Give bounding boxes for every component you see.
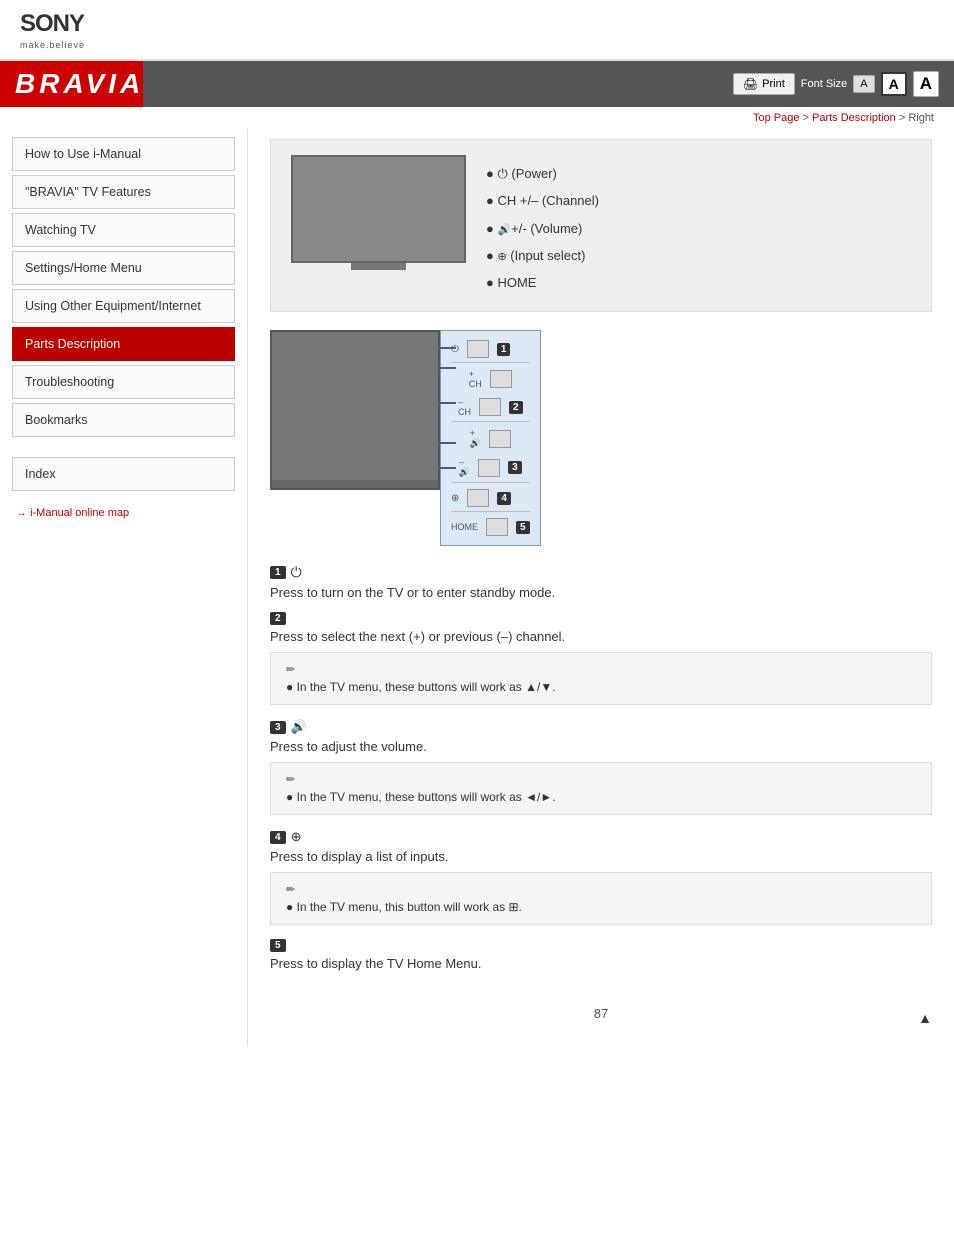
panel-row-vol: +🔊 –🔊 3 xyxy=(451,424,530,483)
button-panel: ⏻ 1 +CH –CH 2 xyxy=(440,330,541,546)
tv-side-image xyxy=(270,330,440,490)
sidebar-item-index[interactable]: Index xyxy=(12,457,235,491)
online-map-link[interactable]: → i-Manual online map xyxy=(12,499,235,527)
badge-4: 4 xyxy=(497,492,511,505)
section-4-icon: ⊕ xyxy=(291,829,302,845)
bravia-controls: 🖨 Print Font Size A A A xyxy=(733,71,939,97)
font-small-button[interactable]: A xyxy=(853,75,874,93)
tv-image-placeholder xyxy=(291,155,466,275)
bravia-bar: BRAVIA 🖨 Print Font Size A A A xyxy=(0,61,954,107)
section-3-note: ✏ ● In the TV menu, these buttons will w… xyxy=(270,762,932,815)
list-item: ● ⏻ (Power) xyxy=(486,160,599,187)
section-1-header: 1 ⏻ xyxy=(270,564,932,581)
header: SONY make.believe xyxy=(0,0,954,61)
breadcrumb-current: Right xyxy=(908,112,934,124)
section-2-header: 2 xyxy=(270,612,932,625)
top-arrow[interactable]: ▲ xyxy=(918,1010,932,1026)
tv-side-diagram: ⏻ 1 +CH –CH 2 xyxy=(270,330,932,546)
panel-row-input: ⊕ 4 xyxy=(451,485,530,512)
panel-row-power: ⏻ 1 xyxy=(451,336,530,363)
section-3-header: 3 🔊 xyxy=(270,719,932,735)
font-large-button[interactable]: A xyxy=(913,71,939,97)
font-size-label: Font Size xyxy=(801,78,847,90)
section-1-icon: ⏻ xyxy=(291,564,302,581)
panel-row-ch: +CH –CH 2 xyxy=(451,365,530,422)
sidebar-item-troubleshooting[interactable]: Troubleshooting xyxy=(12,365,235,399)
list-item: ● 🔊+/- (Volume) xyxy=(486,215,599,242)
sidebar-item-parts[interactable]: Parts Description xyxy=(12,327,235,361)
print-icon: 🖨 xyxy=(743,77,758,91)
section-1-desc: Press to turn on the TV or to enter stan… xyxy=(270,585,932,600)
section-3-desc: Press to adjust the volume. xyxy=(270,739,932,754)
sidebar-item-bravia-features[interactable]: "BRAVIA" TV Features xyxy=(12,175,235,209)
section-4-desc: Press to display a list of inputs. xyxy=(270,849,932,864)
sony-tagline: make.believe xyxy=(20,40,85,50)
breadcrumb-parts[interactable]: Parts Description xyxy=(812,112,896,124)
bravia-title: BRAVIA xyxy=(15,68,144,100)
sidebar-item-bookmarks[interactable]: Bookmarks xyxy=(12,403,235,437)
section-2-desc: Press to select the next (+) or previous… xyxy=(270,629,932,644)
section-4-note: ✏ ● In the TV menu, this button will wor… xyxy=(270,872,932,925)
tv-top-section: ● ⏻ (Power) ● CH +/– (Channel) ● 🔊+/- (V… xyxy=(270,139,932,312)
list-item: ● CH +/– (Channel) xyxy=(486,187,599,214)
main-layout: How to Use i-Manual "BRAVIA" TV Features… xyxy=(0,129,954,1046)
print-button[interactable]: 🖨 Print xyxy=(733,73,795,95)
breadcrumb: Top Page > Parts Description > Right xyxy=(0,107,954,129)
section-5-header: 5 xyxy=(270,939,932,952)
badge-2: 2 xyxy=(509,401,523,414)
font-medium-button[interactable]: A xyxy=(881,72,907,96)
sidebar-item-watching[interactable]: Watching TV xyxy=(12,213,235,247)
list-item: ● ⊕ (Input select) xyxy=(486,242,599,269)
section-3-icon: 🔊 xyxy=(291,719,307,735)
badge-1: 1 xyxy=(497,343,511,356)
page-number: 87 ▲ xyxy=(270,991,932,1026)
breadcrumb-top[interactable]: Top Page xyxy=(753,112,799,124)
sidebar-item-how-to[interactable]: How to Use i-Manual xyxy=(12,137,235,171)
content-area: ● ⏻ (Power) ● CH +/– (Channel) ● 🔊+/- (V… xyxy=(248,129,954,1046)
badge-3: 3 xyxy=(508,461,522,474)
section-2-note: ✏ ● In the TV menu, these buttons will w… xyxy=(270,652,932,705)
sidebar-item-using-other[interactable]: Using Other Equipment/Internet xyxy=(12,289,235,323)
section-5-desc: Press to display the TV Home Menu. xyxy=(270,956,932,971)
section-4-header: 4 ⊕ xyxy=(270,829,932,845)
sidebar-item-settings[interactable]: Settings/Home Menu xyxy=(12,251,235,285)
sidebar: How to Use i-Manual "BRAVIA" TV Features… xyxy=(0,129,248,1046)
tv-features-list: ● ⏻ (Power) ● CH +/– (Channel) ● 🔊+/- (V… xyxy=(486,160,599,296)
badge-5: 5 xyxy=(516,521,530,534)
list-item: ● HOME xyxy=(486,269,599,296)
panel-row-home: HOME 5 xyxy=(451,514,530,540)
sony-logo: SONY xyxy=(20,12,934,36)
